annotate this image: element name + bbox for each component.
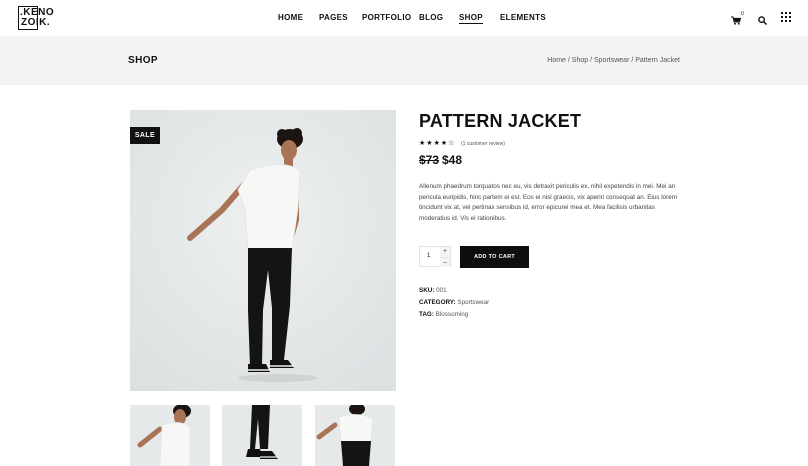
product-tag: TAG: Blossoming [419,311,468,318]
product-title: PATTERN JACKET [419,111,582,131]
star-filled-icon: ★ [433,140,441,147]
logo-line-2: ZOIK. [21,17,51,28]
category-link[interactable]: Sportswear [457,299,489,306]
add-to-cart-button[interactable]: ADD TO CART [460,246,529,268]
nav-pages[interactable]: PAGES [319,13,348,22]
sale-price: $48 [442,153,463,167]
sale-badge: SALE [130,127,160,144]
product-thumbnail-1[interactable] [130,405,210,466]
category-label: CATEGORY: [419,299,456,306]
customer-review-link[interactable]: (1 customer review) [461,141,505,147]
nav-shop[interactable]: SHOP [459,13,483,24]
cart-icon[interactable] [731,12,742,30]
menu-grid-icon[interactable] [781,12,791,22]
tag-link[interactable]: Blossoming [436,311,469,318]
quantity-stepper: 1 + – [419,246,451,267]
nav-home[interactable]: HOME [278,13,303,22]
sku-label: SKU: [419,287,435,294]
thumbnail-2-figure [222,405,302,466]
breadcrumb-sportswear[interactable]: Sportswear [594,57,629,64]
product-sku: SKU: 001 [419,287,447,294]
page-title: SHOP [128,55,158,66]
cart-count-badge: 0 [741,11,744,17]
site-header: .KENO ZOIK. HOME PAGES PORTFOLIO BLOG SH… [0,0,808,36]
tag-label: TAG: [419,311,434,318]
sku-value: 001 [436,287,447,294]
star-filled-icon: ★ [426,140,434,147]
site-logo[interactable]: .KENO ZOIK. [18,6,54,30]
product-thumbnail-2[interactable] [222,405,302,466]
nav-elements[interactable]: ELEMENTS [500,13,546,22]
search-icon[interactable] [758,12,768,30]
old-price: $73 [419,153,440,167]
model-figure [130,110,396,391]
page-title-band: SHOP Home / Shop / Sportswear / Pattern … [0,36,808,85]
thumbnail-1-figure [130,405,210,466]
nav-portfolio[interactable]: PORTFOLIO [362,13,411,22]
product-main-image[interactable]: SALE [130,110,396,391]
thumbnail-3-figure [315,405,395,466]
quantity-increase-button[interactable]: + [440,247,450,257]
rating-stars[interactable]: ★★★★☆ [419,139,455,147]
breadcrumb-current: Pattern Jacket [635,57,680,64]
breadcrumb-home[interactable]: Home [547,57,566,64]
product-thumbnail-3[interactable] [315,405,395,466]
product-description: Allenum phaedrum torquatos nec eu, vis d… [419,183,677,222]
breadcrumb-shop[interactable]: Shop [572,57,588,64]
star-empty-icon: ☆ [448,140,456,147]
product-category: CATEGORY: Sportswear [419,299,489,306]
breadcrumb: Home / Shop / Sportswear / Pattern Jacke… [547,57,680,64]
quantity-input[interactable]: 1 [427,253,430,259]
nav-blog[interactable]: BLOG [419,13,443,22]
quantity-decrease-button[interactable]: – [440,257,450,267]
